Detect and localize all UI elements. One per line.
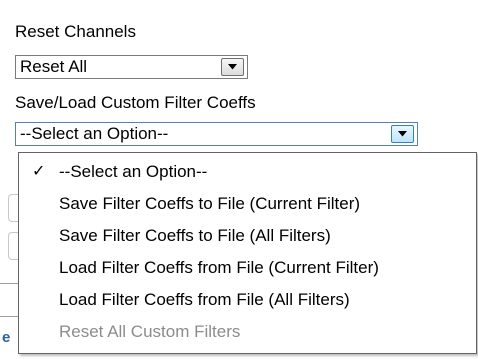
menu-item-label: Save Filter Coeffs to File (Current Filt… (59, 194, 361, 213)
background-divider (0, 316, 18, 317)
background-partial-text: e (2, 329, 11, 346)
chevron-down-icon (228, 64, 237, 70)
reset-channels-selected-value: Reset All (20, 57, 88, 76)
menu-item-save-current-filter[interactable]: Save Filter Coeffs to File (Current Filt… (19, 188, 476, 219)
menu-item-load-current-filter[interactable]: Load Filter Coeffs from File (Current Fi… (19, 252, 476, 283)
menu-item-save-all-filters[interactable]: Save Filter Coeffs to File (All Filters) (19, 220, 476, 251)
custom-filter-coeffs-dropdown-button[interactable] (391, 125, 414, 143)
custom-filter-coeffs-select[interactable]: --Select an Option-- (15, 122, 418, 146)
custom-filter-coeffs-selected-value: --Select an Option-- (20, 124, 169, 143)
menu-item-label: Load Filter Coeffs from File (All Filter… (59, 290, 350, 309)
menu-item-select-an-option[interactable]: ✓ --Select an Option-- (19, 156, 476, 187)
custom-filter-coeffs-dropdown-menu: ✓ --Select an Option-- Save Filter Coeff… (18, 152, 477, 354)
chevron-down-icon (398, 131, 407, 137)
menu-item-label: Load Filter Coeffs from File (Current Fi… (59, 258, 379, 277)
menu-item-load-all-filters[interactable]: Load Filter Coeffs from File (All Filter… (19, 284, 476, 315)
menu-item-label: Reset All Custom Filters (59, 322, 241, 341)
background-divider (0, 283, 18, 284)
menu-item-label: --Select an Option-- (59, 162, 208, 181)
checkmark-icon: ✓ (32, 163, 46, 180)
reset-channels-select[interactable]: Reset All (15, 55, 248, 79)
custom-filter-coeffs-label: Save/Load Custom Filter Coeffs (15, 93, 256, 112)
menu-item-reset-all-custom-filters: Reset All Custom Filters (19, 316, 476, 347)
menu-item-label: Save Filter Coeffs to File (All Filters) (59, 226, 331, 245)
reset-channels-dropdown-button[interactable] (221, 58, 244, 76)
reset-channels-label: Reset Channels (15, 22, 136, 41)
